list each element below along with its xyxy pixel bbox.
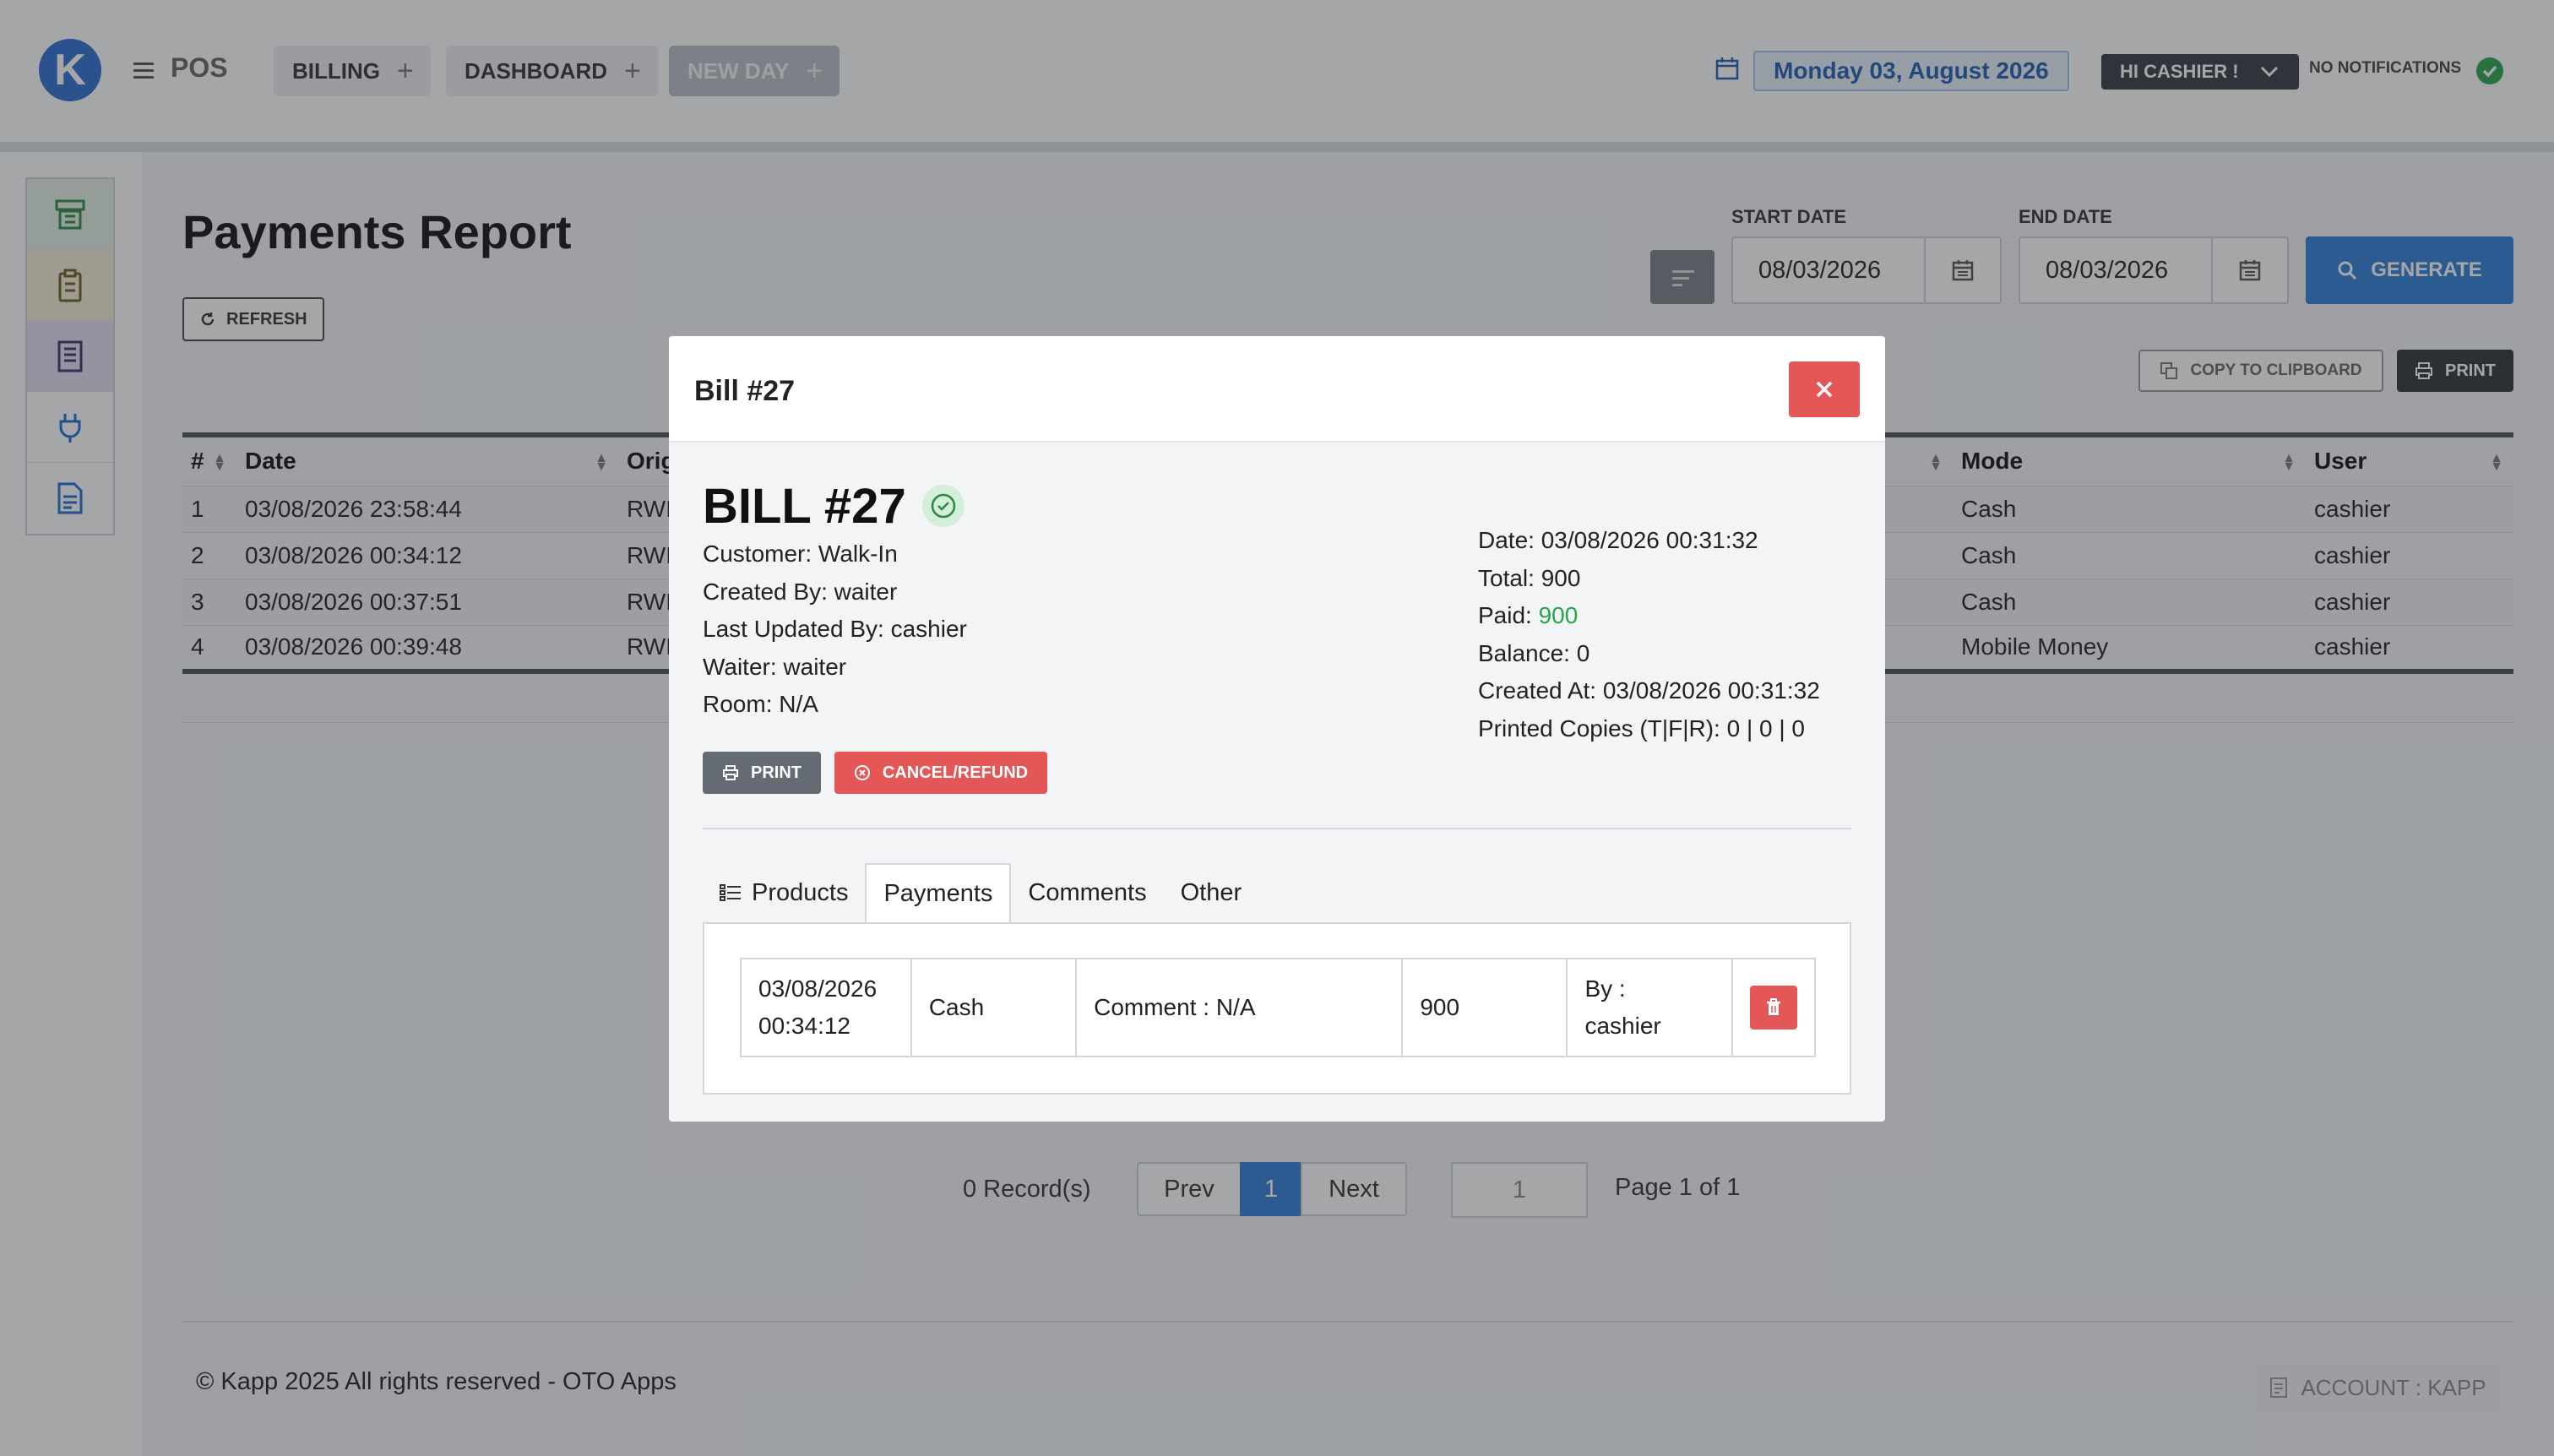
cancel-refund-label: CANCEL/REFUND bbox=[882, 763, 1029, 782]
payment-by-label: By : bbox=[1584, 975, 1626, 1002]
paid-label: Paid: bbox=[1478, 602, 1532, 629]
tab-payments[interactable]: Payments bbox=[865, 863, 1012, 924]
payment-by: By : cashier bbox=[1566, 958, 1733, 1057]
tab-products-label: Products bbox=[752, 878, 849, 906]
payment-date-day: 03/08/2026 bbox=[758, 975, 878, 1002]
bill-updated-by: Last Updated By: cashier bbox=[703, 616, 967, 643]
bill-room: Room: N/A bbox=[703, 691, 818, 718]
tab-comments[interactable]: Comments bbox=[1011, 863, 1163, 922]
print-bill-label: PRINT bbox=[751, 763, 802, 782]
tab-comments-label: Comments bbox=[1028, 878, 1147, 906]
tab-other[interactable]: Other bbox=[1164, 863, 1259, 922]
payment-amount: 900 bbox=[1401, 958, 1568, 1057]
payments-tab-panel: 03/08/2026 00:34:12 Cash Comment : N/A 90… bbox=[703, 922, 1851, 1095]
bill-tabs: Products Payments Comments Other bbox=[703, 863, 1259, 924]
printer-icon bbox=[723, 765, 738, 780]
bill-info-left: Customer: Walk-In Created By: waiter Las… bbox=[703, 535, 967, 724]
cancel-refund-button[interactable]: CANCEL/REFUND bbox=[834, 752, 1047, 794]
payment-row: 03/08/2026 00:34:12 Cash Comment : N/A 90… bbox=[740, 958, 1817, 1057]
paid-check-icon bbox=[922, 485, 965, 527]
bill-created-by: Created By: waiter bbox=[703, 578, 898, 605]
tab-products[interactable]: Products bbox=[703, 863, 865, 922]
bill-waiter: Waiter: waiter bbox=[703, 653, 847, 680]
print-bill-button[interactable]: PRINT bbox=[703, 752, 821, 794]
list-icon bbox=[720, 884, 741, 901]
bill-heading: BILL #27 bbox=[703, 479, 906, 534]
cancel-circle-icon bbox=[854, 765, 870, 780]
tab-payments-label: Payments bbox=[883, 879, 993, 907]
tab-other-label: Other bbox=[1180, 878, 1242, 906]
paid-value: 900 bbox=[1538, 602, 1579, 629]
bill-modal: Bill #27 BILL #27 Customer: Walk-In Crea… bbox=[669, 336, 1885, 1122]
bill-customer: Customer: Walk-In bbox=[703, 541, 898, 567]
payment-actions bbox=[1731, 958, 1817, 1057]
bill-created-at: Created At: 03/08/2026 00:31:32 bbox=[1478, 677, 1820, 704]
bill-paid: Paid: 900 bbox=[1478, 597, 1820, 635]
payment-mode: Cash bbox=[910, 958, 1078, 1057]
modal-header: Bill #27 bbox=[669, 336, 1885, 443]
payment-date-time: 00:34:12 bbox=[758, 1013, 850, 1039]
trash-icon bbox=[1766, 998, 1780, 1015]
modal-divider bbox=[703, 828, 1851, 829]
delete-payment-button[interactable] bbox=[1749, 986, 1797, 1030]
bill-payments-table: 03/08/2026 00:34:12 Cash Comment : N/A 90… bbox=[740, 958, 1817, 1057]
payment-comment: Comment : N/A bbox=[1075, 958, 1404, 1057]
modal-title: Bill #27 bbox=[694, 375, 796, 407]
close-icon bbox=[1816, 381, 1833, 398]
payment-date: 03/08/2026 00:34:12 bbox=[740, 958, 912, 1057]
bill-info-right: Date: 03/08/2026 00:31:32 Total: 900 Pai… bbox=[1478, 522, 1820, 748]
close-modal-button[interactable] bbox=[1789, 361, 1860, 417]
payment-by-user: cashier bbox=[1584, 1013, 1661, 1039]
bill-balance: Balance: 0 bbox=[1478, 639, 1590, 666]
bill-date: Date: 03/08/2026 00:31:32 bbox=[1478, 527, 1758, 553]
bill-printed-copies: Printed Copies (T|F|R): 0 | 0 | 0 bbox=[1478, 714, 1805, 742]
bill-total: Total: 900 bbox=[1478, 564, 1581, 591]
